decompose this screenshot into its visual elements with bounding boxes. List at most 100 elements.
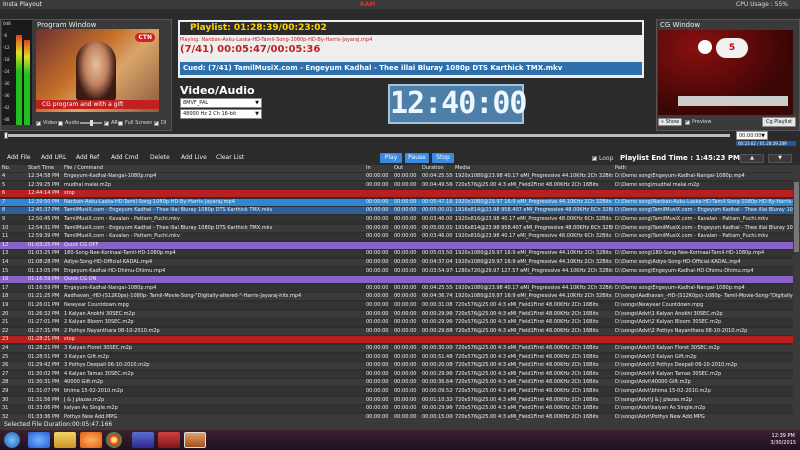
table-row[interactable]: 2901:31:07 PMbhima 15-02-2010.m2p00:00:0… bbox=[0, 388, 800, 395]
add-url-button[interactable]: Add URL bbox=[38, 153, 69, 163]
full-screen-check-box[interactable] bbox=[118, 121, 123, 126]
cell-duration bbox=[420, 276, 453, 283]
seek-bar[interactable] bbox=[4, 134, 730, 137]
cg-preview-checkbox[interactable]: Preview bbox=[685, 119, 711, 125]
cell-out: 00:00:00 bbox=[392, 285, 420, 292]
pause-button[interactable]: Pause bbox=[405, 153, 429, 163]
volume-slider-thumb[interactable] bbox=[90, 120, 93, 126]
cell-no: 14 bbox=[0, 259, 26, 266]
cell-media: 720x576@25.00 4:3 eMI_Field1First 48.00K… bbox=[453, 362, 613, 369]
table-row[interactable]: 2801:30:31 PM40000 Gift.m2p00:00:0000:00… bbox=[0, 379, 800, 386]
video-check-box[interactable] bbox=[36, 121, 41, 126]
table-row[interactable]: 1501:13:05 PMEngeyum-Kadhal-HD-Dhimu-Dhi… bbox=[0, 268, 800, 275]
table-row[interactable]: 2201:27:31 PM2 Pothys Nayanthara 08-10-2… bbox=[0, 328, 800, 335]
loop-check-label: Loop bbox=[599, 155, 613, 162]
audio-format-select[interactable]: 48000 Hz 2 Ch 16-bit bbox=[180, 109, 262, 119]
table-row[interactable]: 2601:29:42 PM3 Pothys Deepali 06-10-2010… bbox=[0, 362, 800, 369]
volume-slider[interactable] bbox=[80, 122, 102, 124]
col-out[interactable]: Out bbox=[392, 165, 420, 172]
table-row[interactable]: 2301:28:21 PMstop bbox=[0, 336, 800, 343]
full-screen-checkbox[interactable]: Full Screen bbox=[118, 120, 152, 126]
table-row[interactable]: 912:50:45 PMTamilMusiX.com - Kavalan - P… bbox=[0, 216, 800, 223]
move-up-button[interactable]: ▲ bbox=[740, 154, 764, 163]
add-file-button[interactable]: Add File bbox=[4, 153, 34, 163]
video-format-select[interactable]: 8MVF_PAL bbox=[180, 98, 262, 108]
cell-in: 00:00:00 bbox=[364, 173, 392, 180]
cell-duration: 00:03:54.970 bbox=[420, 268, 453, 275]
cell-no: 11 bbox=[0, 233, 26, 240]
taskbar-app-insta-playout-icon[interactable] bbox=[184, 432, 206, 448]
taskbar-app-explorer-icon[interactable] bbox=[54, 432, 76, 448]
table-row[interactable]: 1112:59:39 PMTamilMusiX.com - Kavalan - … bbox=[0, 233, 800, 240]
cg-playlist-button[interactable]: Cg Playlist bbox=[762, 117, 796, 127]
table-scrollbar[interactable] bbox=[793, 172, 800, 420]
table-row[interactable]: 1401:08:28 PMAdiye-Song-HD-Official-KADA… bbox=[0, 259, 800, 266]
cell-path: D:\Demo song\Engeyum-Kadhal-HD-Dhimu-Dhi… bbox=[613, 268, 800, 275]
col-path[interactable]: Path bbox=[613, 165, 800, 172]
loop-check-box[interactable] bbox=[592, 156, 597, 161]
table-row[interactable]: 2401:28:21 PM3 Kalyan Floret 30SEC.m2p00… bbox=[0, 345, 800, 352]
vu-label-1: -6 bbox=[3, 33, 7, 38]
video-checkbox[interactable]: Video bbox=[36, 120, 57, 126]
cell-no: 4 bbox=[0, 173, 26, 180]
add-live-button[interactable]: Add Live bbox=[178, 153, 210, 163]
vu-label-5: -30 bbox=[3, 81, 10, 86]
cell-in: 00:00:00 bbox=[364, 225, 392, 232]
cell-start-time: 12:50:45 PM bbox=[26, 216, 62, 223]
di-check-box[interactable] bbox=[154, 121, 159, 126]
taskbar-app-media-icon[interactable] bbox=[80, 432, 102, 448]
system-tray-clock[interactable]: 12:39 PM 3/30/2015 bbox=[770, 433, 796, 447]
move-down-button[interactable]: ▼ bbox=[768, 154, 792, 163]
table-row[interactable]: 1201:03:25 PMQuick CG OFF bbox=[0, 242, 800, 249]
table-row[interactable]: 2101:27:01 PM2 Kalyan Bloom 30SEC.m2p00:… bbox=[0, 319, 800, 326]
table-row[interactable]: 1901:26:01 PMNewyear Countdown.mpg00:00:… bbox=[0, 302, 800, 309]
audio-check-box[interactable] bbox=[58, 121, 63, 126]
table-row[interactable]: 812:45:37 PMTamilMusiX.com - Engeyum Kad… bbox=[0, 207, 800, 214]
cell-no: 13 bbox=[0, 250, 26, 257]
table-row[interactable]: 412:34:58 PMEngeyum-Kadhal-Nangai-1080p.… bbox=[0, 173, 800, 180]
col-start-time[interactable]: Start Time bbox=[26, 165, 62, 172]
col-duration[interactable]: Duration bbox=[420, 165, 453, 172]
col-media[interactable]: Media bbox=[453, 165, 613, 172]
position-input[interactable]: 00:00:00 bbox=[736, 131, 768, 140]
col-in[interactable]: In bbox=[364, 165, 392, 172]
stop-button[interactable]: Stop bbox=[432, 153, 454, 163]
cell-file-command: bhima 15-02-2010.m2p bbox=[62, 388, 364, 395]
cg-preview-check-box[interactable] bbox=[685, 120, 690, 125]
table-row[interactable]: 612:44:14 PMstop bbox=[0, 190, 800, 197]
table-row[interactable]: 1801:21:25 PMAadhavan_-HD-(S12K0ps)-1080… bbox=[0, 293, 800, 300]
taskbar-app-chrome-icon[interactable] bbox=[106, 432, 122, 448]
delete-button[interactable]: Delete bbox=[147, 153, 173, 163]
taskbar-app-network-icon[interactable] bbox=[132, 432, 154, 448]
di-checkbox[interactable]: DI bbox=[154, 120, 166, 126]
play-button[interactable]: Play bbox=[380, 153, 402, 163]
add-ref-button[interactable]: Add Ref bbox=[73, 153, 102, 163]
loop-checkbox[interactable]: Loop bbox=[592, 155, 613, 162]
table-row[interactable]: 1701:16:59 PMEngeyum-Kadhal-Nangai-1080p… bbox=[0, 285, 800, 292]
seek-bar-thumb[interactable] bbox=[4, 132, 8, 139]
table-row[interactable]: 2001:26:32 PM1 Kalyan Anokhi 30SEC.m2p00… bbox=[0, 311, 800, 318]
col-no[interactable]: No. bbox=[0, 165, 26, 172]
ar-checkbox[interactable]: AR bbox=[104, 120, 118, 126]
add-cmd-button[interactable]: Add Cmd bbox=[108, 153, 141, 163]
taskbar-app-play-icon[interactable] bbox=[158, 432, 180, 448]
table-row[interactable]: 1301:03:25 PM180-Song-Nee-Korinaal-Tamil… bbox=[0, 250, 800, 257]
table-row[interactable]: 2501:28:51 PM3 Kalyan Gift.m2p00:00:0000… bbox=[0, 354, 800, 361]
table-row[interactable]: 1601:16:59 PMQuick CG ON bbox=[0, 276, 800, 283]
table-scrollbar-thumb[interactable] bbox=[794, 182, 799, 252]
start-button[interactable] bbox=[4, 432, 20, 448]
table-row[interactable]: 512:39:25 PMmudhal malai.m2p00:00:0000:0… bbox=[0, 182, 800, 189]
clear-list-button[interactable]: Clear List bbox=[213, 153, 247, 163]
col-file-command[interactable]: File / Command bbox=[62, 165, 364, 172]
table-row[interactable]: 3001:31:56 PMJ & J plazas.m2p00:00:0000:… bbox=[0, 397, 800, 404]
audio-checkbox[interactable]: Audio bbox=[58, 120, 79, 126]
table-row[interactable]: 3101:33:06 PMkalyan As Single.m2p00:00:0… bbox=[0, 405, 800, 412]
table-row[interactable]: 2701:30:02 PM4 Kalyan Tamas 30SEC.m2p00:… bbox=[0, 371, 800, 378]
table-row[interactable]: 1012:54:31 PMTamilMusiX.com - Engeyum Ka… bbox=[0, 225, 800, 232]
cg-show-button[interactable]: « Show bbox=[658, 118, 682, 126]
cell-media bbox=[453, 242, 613, 249]
cell-duration: 00:00:09.520 bbox=[420, 388, 453, 395]
ar-check-box[interactable] bbox=[104, 121, 109, 126]
table-row[interactable]: 712:39:50 PMNanban-Asku-Laska-HD-Tamil-S… bbox=[0, 199, 800, 206]
taskbar-app-ie-icon[interactable] bbox=[28, 432, 50, 448]
